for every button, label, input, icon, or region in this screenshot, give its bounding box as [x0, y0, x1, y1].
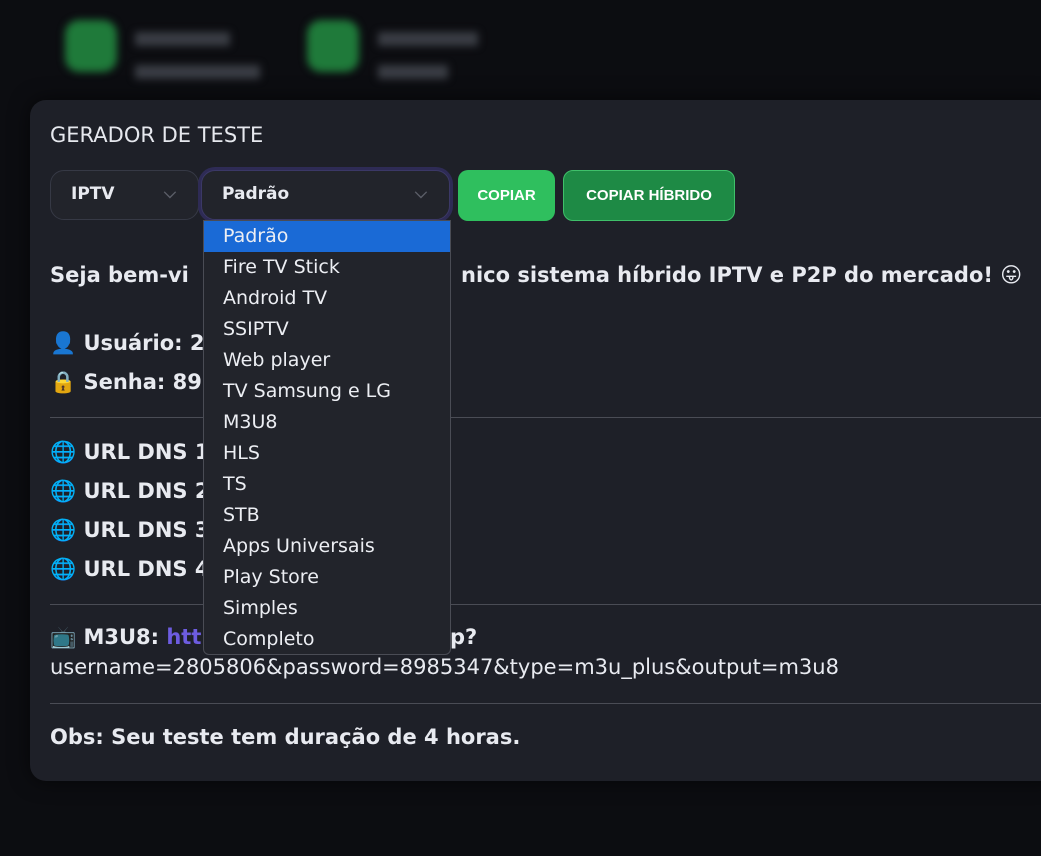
type-select-value: IPTV: [71, 184, 115, 204]
format-select-value: Padrão: [222, 184, 290, 204]
m3u8-label: M3U8:: [83, 625, 160, 649]
password-text: Senha: 89: [83, 370, 202, 394]
password-line: 🔒 Senha: 89: [50, 370, 202, 395]
divider: [50, 703, 1041, 704]
globe-icon: 🌐: [50, 440, 77, 464]
user-line: 👤 Usuário: 2: [50, 331, 204, 356]
tv-icon: 📺: [50, 625, 77, 649]
user-text: Usuário: 2: [83, 331, 205, 355]
dns-text: URL DNS 3: [83, 518, 210, 542]
option-ts[interactable]: TS: [204, 469, 450, 500]
type-select[interactable]: IPTV ⌵: [50, 170, 199, 220]
copy-hybrid-button[interactable]: COPIAR HÍBRIDO: [563, 170, 735, 221]
format-dropdown-list[interactable]: Padrão Fire TV Stick Android TV SSIPTV W…: [203, 220, 451, 655]
option-m3u8[interactable]: M3U8: [204, 407, 450, 438]
user-icon: 👤: [50, 331, 77, 355]
test-generator-modal: GERADOR DE TESTE IPTV ⌵ Padrão ⌵ COPIAR …: [30, 100, 1041, 781]
chevron-down-icon: ⌵: [163, 183, 176, 202]
obs-text: Obs: Seu teste tem duração de 4 horas.: [50, 725, 521, 749]
option-web-player[interactable]: Web player: [204, 345, 450, 376]
dns-text: URL DNS 4: [83, 557, 210, 581]
dns-line: 🌐 URL DNS 2: [50, 479, 209, 504]
dns-text: URL DNS 2: [83, 479, 210, 503]
dns-line: 🌐 URL DNS 3: [50, 518, 209, 543]
option-stb[interactable]: STB: [204, 500, 450, 531]
modal-title: GERADOR DE TESTE: [50, 123, 264, 147]
m3u8-link-part[interactable]: p?: [450, 625, 477, 649]
option-tv-samsung-lg[interactable]: TV Samsung e LG: [204, 376, 450, 407]
option-simples[interactable]: Simples: [204, 593, 450, 624]
option-completo[interactable]: Completo: [204, 624, 450, 655]
m3u8-link-line2[interactable]: username=2805806&password=8985347&type=m…: [50, 655, 839, 679]
option-play-store[interactable]: Play Store: [204, 562, 450, 593]
option-apps-universais[interactable]: Apps Universais: [204, 531, 450, 562]
divider: [50, 417, 1041, 418]
divider: [50, 604, 1041, 605]
m3u8-link[interactable]: htt: [166, 625, 201, 649]
globe-icon: 🌐: [50, 518, 77, 542]
welcome-end: nico sistema híbrido IPTV e P2P do merca…: [461, 263, 1023, 287]
option-ssiptv[interactable]: SSIPTV: [204, 314, 450, 345]
dns-line: 🌐 URL DNS 4: [50, 557, 209, 582]
lock-icon: 🔒: [50, 370, 77, 394]
m3u8-line: 📺 M3U8: htt: [50, 625, 201, 650]
option-fire-tv-stick[interactable]: Fire TV Stick: [204, 252, 450, 283]
option-padrao[interactable]: Padrão: [204, 221, 450, 252]
option-android-tv[interactable]: Android TV: [204, 283, 450, 314]
globe-icon: 🌐: [50, 479, 77, 503]
globe-icon: 🌐: [50, 557, 77, 581]
format-select[interactable]: Padrão ⌵: [201, 170, 450, 220]
dns-text: URL DNS 1: [83, 440, 210, 464]
chevron-down-icon: ⌵: [414, 183, 427, 202]
welcome-start: Seja bem-vi: [50, 263, 189, 287]
copy-button[interactable]: COPIAR: [458, 170, 555, 221]
option-hls[interactable]: HLS: [204, 438, 450, 469]
dns-line: 🌐 URL DNS 1: [50, 440, 209, 465]
